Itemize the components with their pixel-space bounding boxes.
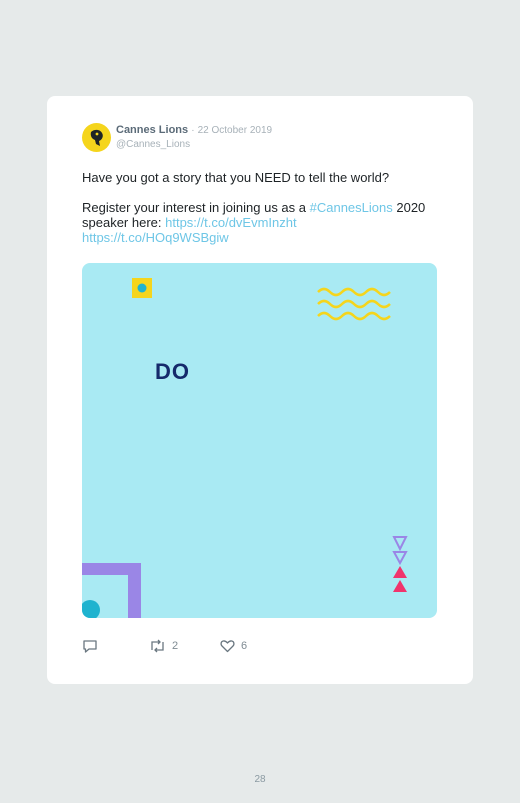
page-number: 28: [254, 774, 266, 785]
teal-quarter-shape: [82, 600, 100, 618]
media-do-text: DO: [155, 359, 190, 384]
tweet-actions: 2 6: [82, 639, 442, 655]
tweet-media[interactable]: DO: [82, 263, 437, 618]
author-handle[interactable]: @Cannes_Lions: [116, 139, 190, 150]
separator: ·: [191, 125, 195, 136]
teal-dot-shape: [137, 283, 147, 293]
reply-icon: [83, 640, 97, 653]
tweet-text-prefix: Register your interest in joining us as …: [82, 200, 310, 215]
tweet-card: Cannes Lions · 22 October 2019 @Cannes_L…: [47, 96, 473, 684]
url-link-2[interactable]: https://t.co/HOq9WSBgiw: [82, 230, 229, 245]
retweet-icon: [151, 639, 164, 653]
heart-icon: [220, 640, 235, 653]
yellow-waves-shape: [317, 287, 391, 321]
triangles-shape: [392, 536, 408, 592]
tweet-date[interactable]: 22 October 2019: [198, 125, 273, 136]
hashtag-link[interactable]: #CannesLions: [310, 200, 393, 215]
like-button[interactable]: 6: [220, 639, 247, 653]
media-graphic: [82, 278, 408, 618]
reply-button[interactable]: [82, 639, 98, 654]
like-count: 6: [241, 640, 248, 652]
avatar[interactable]: [82, 123, 111, 152]
tweet-text-line2: Register your interest in joining us as …: [82, 200, 442, 245]
author-line: Cannes Lions · 22 October 2019: [116, 124, 272, 136]
author-name[interactable]: Cannes Lions: [116, 124, 188, 136]
tweet-text-line1: Have you got a story that you NEED to te…: [82, 170, 390, 185]
url-link-1[interactable]: https://t.co/dvEvmInzht: [165, 215, 297, 230]
retweet-count: 2: [172, 640, 179, 652]
lion-logo-icon: [90, 129, 103, 146]
retweet-button[interactable]: 2: [149, 639, 178, 653]
